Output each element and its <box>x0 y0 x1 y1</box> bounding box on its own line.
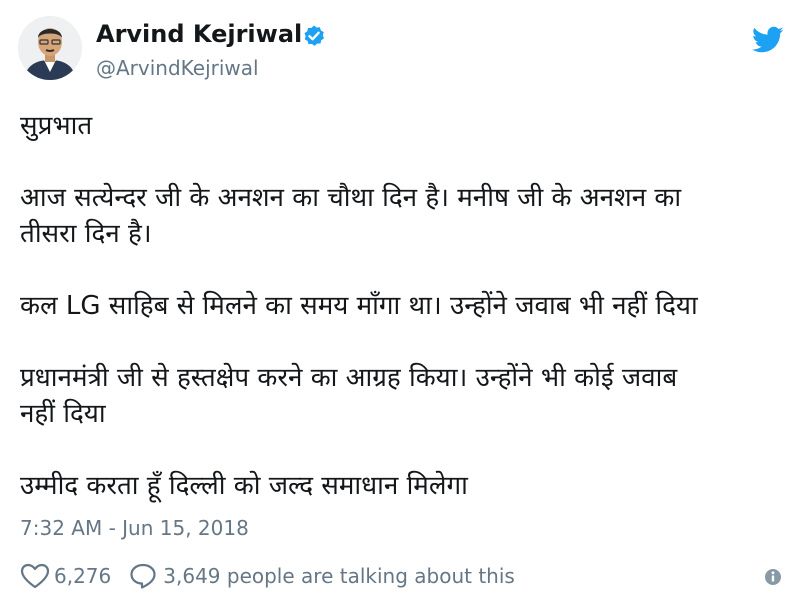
twitter-bird-icon[interactable] <box>752 26 784 54</box>
tweet-card: Arvind Kejriwal @ArvindKejriwal सुप्रभात… <box>0 0 800 596</box>
profile-photo-icon <box>18 16 82 80</box>
author-name[interactable]: Arvind Kejriwal <box>96 20 302 48</box>
like-count[interactable]: 6,276 <box>54 564 111 588</box>
tweet-actions: 6,276 3,649 people are talking about thi… <box>20 562 515 590</box>
tweet-paragraph: प्रधानमंत्री जी से हस्तक्षेप करने का आग्… <box>20 363 678 429</box>
tweet-timestamp[interactable]: 7:32 AM - Jun 15, 2018 <box>20 516 249 540</box>
verified-badge-icon <box>304 25 324 46</box>
tweet-paragraph: कल LG साहिब से मिलने का समय माँगा था। उन… <box>20 291 698 321</box>
reply-icon[interactable] <box>129 563 157 589</box>
author-handle[interactable]: @ArvindKejriwal <box>96 56 259 80</box>
tweet-paragraph: उम्मीद करता हूँ दिल्ली को जल्द समाधान मि… <box>20 471 468 501</box>
avatar[interactable] <box>18 16 82 80</box>
tweet-paragraph: सुप्रभात <box>20 111 93 141</box>
heart-icon[interactable] <box>20 563 50 589</box>
talking-count[interactable]: 3,649 people are talking about this <box>163 564 515 588</box>
info-icon[interactable] <box>764 568 782 586</box>
tweet-text: सुप्रभात आज सत्येन्दर जी के अनशन का चौथा… <box>20 108 780 504</box>
tweet-paragraph: आज सत्येन्दर जी के अनशन का चौथा दिन है। … <box>20 183 682 249</box>
